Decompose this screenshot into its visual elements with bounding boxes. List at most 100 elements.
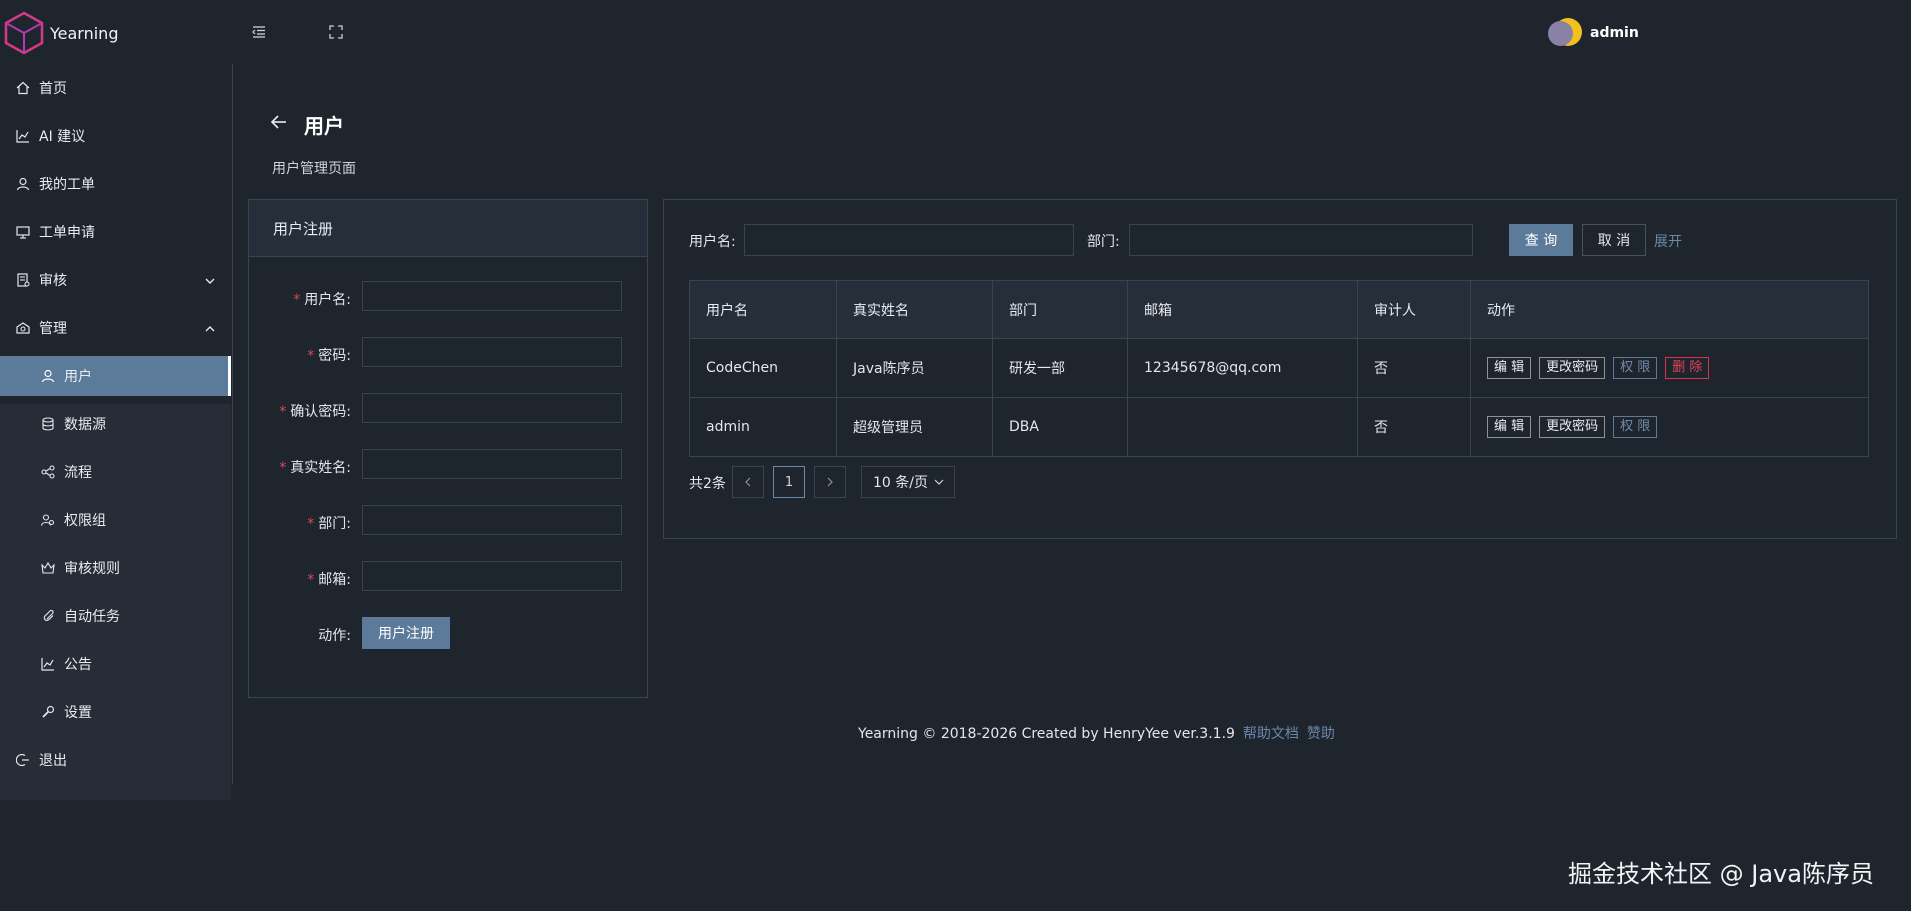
fullscreen-button[interactable] [325,21,347,43]
monitor-icon [15,224,31,240]
cell-auditor: 否 [1357,338,1471,398]
sidebar-item-label: 流程 [64,465,92,481]
top-header: Yearning admin [0,0,1911,64]
chevron-right-icon [827,477,833,487]
expand-link[interactable]: 展开 [1654,231,1682,251]
audit-icon [15,272,31,288]
edit-button[interactable]: 编 辑 [1487,357,1532,379]
group-icon [40,512,56,528]
sidebar-item-notice[interactable]: 公告 [0,644,231,684]
user-menu[interactable]: admin [1548,18,1639,48]
prev-page-button[interactable] [732,466,764,498]
app-name: Yearning [50,23,119,43]
sidebar-item-label: 自动任务 [64,609,120,625]
donate-link[interactable]: 赞助 [1307,726,1335,742]
sidebar-item-label: AI 建议 [39,129,86,145]
username-field[interactable] [362,281,622,311]
sidebar-item-ai[interactable]: AI 建议 [0,116,231,156]
chevron-up-icon [205,322,215,338]
fullscreen-icon [329,25,343,39]
back-arrow-icon[interactable] [270,114,288,134]
column-header: 邮箱 [1127,280,1358,339]
search-username-input[interactable] [744,224,1074,256]
user-table: 用户名 真实姓名 部门 邮箱 审计人 动作 CodeChen Java陈序员 研… [689,280,1869,457]
chevron-down-icon [934,479,944,485]
page-size-select[interactable]: 10 条/页 [861,466,955,498]
pagination-total: 共2条 [689,476,726,492]
search-dept-input[interactable] [1129,224,1473,256]
sidebar-item-label: 首页 [39,81,67,97]
page-size-value: 10 条/页 [873,475,928,491]
cell-auditor: 否 [1357,397,1471,457]
sidebar-item-logout[interactable]: 退出 [0,740,231,780]
menu-fold-icon [252,26,265,38]
form-label: * 真实姓名: [279,460,351,476]
chart-icon [15,128,31,144]
query-button[interactable]: 查 询 [1509,224,1573,256]
database-icon [40,416,56,432]
department-field[interactable] [362,505,622,535]
page-number-button[interactable]: 1 [773,466,805,498]
real-name-field[interactable] [362,449,622,479]
wrench-icon [40,704,56,720]
help-docs-link[interactable]: 帮助文档 [1243,726,1299,742]
form-row-confirm-password: * 确认密码: [249,393,647,427]
sidebar-item-flow[interactable]: 流程 [0,452,231,492]
flow-icon [40,464,56,480]
change-password-button[interactable]: 更改密码 [1539,357,1606,379]
register-button[interactable]: 用户注册 [362,617,450,649]
avatar [1548,18,1582,48]
form-row-password: * 密码: [249,337,647,371]
sidebar-item-audit[interactable]: 审核 [0,260,231,300]
user-list-card: 用户名: 部门: 查 询 取 消 展开 用户名 真实姓名 部门 邮箱 审计人 动… [663,199,1897,539]
sidebar-item-label: 我的工单 [39,177,95,193]
search-username-label: 用户名: [689,234,736,250]
sidebar-item-settings[interactable]: 设置 [0,692,231,732]
permission-button[interactable]: 权 限 [1613,357,1658,379]
cell-actions: 编 辑更改密码权 限删 除 [1470,338,1869,398]
column-header: 用户名 [689,280,837,339]
form-label: * 邮箱: [307,572,351,588]
cell-username: CodeChen [689,338,837,398]
sidebar-item-auto-task[interactable]: 自动任务 [0,596,231,636]
chevron-down-icon [205,274,215,290]
sidebar-item-label: 审核 [39,273,67,289]
logo[interactable]: Yearning [4,11,118,55]
cell-department: 研发一部 [992,338,1128,398]
form-row-department: * 部门: [249,505,647,539]
register-card-title: 用户注册 [249,200,647,257]
sidebar-item-label: 设置 [64,705,92,721]
permission-button[interactable]: 权 限 [1613,416,1658,438]
sidebar-item-manage[interactable]: 管理 [0,308,231,348]
sidebar-item-users[interactable]: 用户 [0,356,231,396]
sidebar-item-permission-group[interactable]: 权限组 [0,500,231,540]
menu-fold-button[interactable] [248,21,270,43]
cell-department: DBA [992,397,1128,457]
edit-button[interactable]: 编 辑 [1487,416,1532,438]
delete-button[interactable]: 删 除 [1665,357,1710,379]
manage-icon [15,320,31,336]
sidebar-item-label: 权限组 [64,513,106,529]
form-row-username: * 用户名: [249,281,647,315]
chevron-left-icon [745,477,751,487]
cancel-button[interactable]: 取 消 [1582,224,1646,256]
notice-icon [40,656,56,672]
sidebar-item-audit-rules[interactable]: 审核规则 [0,548,231,588]
email-field[interactable] [362,561,622,591]
form-label: * 用户名: [293,292,351,308]
sidebar-item-home[interactable]: 首页 [0,68,231,108]
sidebar-item-my-orders[interactable]: 我的工单 [0,164,231,204]
change-password-button[interactable]: 更改密码 [1539,416,1606,438]
sidebar-item-label: 工单申请 [39,225,95,241]
search-dept-label: 部门: [1087,234,1120,250]
search-bar: 用户名: 部门: 查 询 取 消 展开 [689,224,1869,256]
next-page-button[interactable] [814,466,846,498]
sidebar-item-label: 管理 [39,321,67,337]
form-label: * 确认密码: [279,404,351,420]
confirm-password-field[interactable] [362,393,622,423]
user-icon [40,368,56,384]
sidebar-item-datasource[interactable]: 数据源 [0,404,231,444]
cell-real-name: Java陈序员 [836,338,993,398]
password-field[interactable] [362,337,622,367]
sidebar-item-apply[interactable]: 工单申请 [0,212,231,252]
